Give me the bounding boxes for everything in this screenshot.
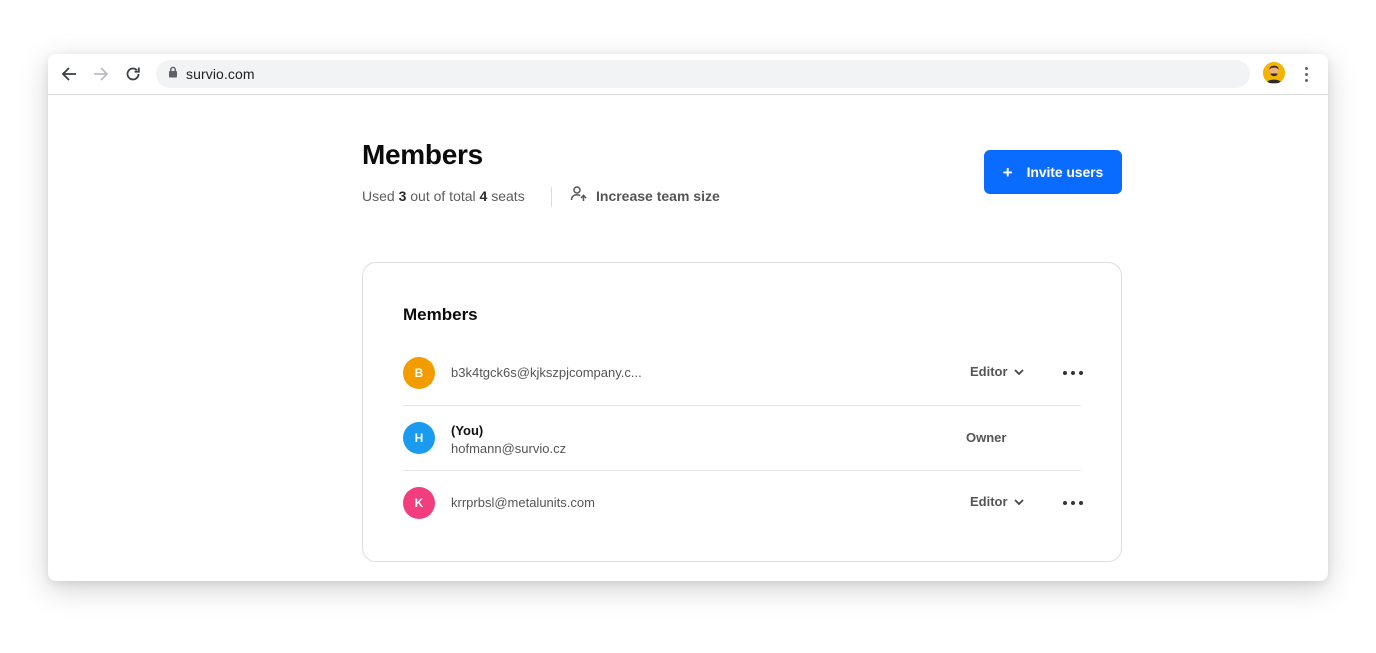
member-email: krrprbsl@metalunits.com — [451, 495, 595, 510]
header-divider — [551, 187, 552, 207]
role-dropdown[interactable]: Editor — [970, 494, 1024, 509]
member-email: b3k4tgck6s@kjkszpjcompany.c... — [451, 365, 642, 380]
invite-users-button[interactable]: + Invite users — [984, 150, 1122, 194]
more-options-icon[interactable] — [1063, 365, 1083, 381]
browser-toolbar: survio.com — [48, 54, 1328, 95]
role-label: Editor — [970, 364, 1008, 379]
members-card: Members B b3k4tgck6s@kjkszpjcompany.c...… — [362, 262, 1122, 562]
browser-menu-icon[interactable] — [1298, 64, 1314, 84]
member-avatar: B — [403, 357, 435, 389]
chevron-down-icon — [1013, 364, 1024, 379]
member-row: B b3k4tgck6s@kjkszpjcompany.c... Editor — [403, 341, 1083, 406]
member-avatar: H — [403, 422, 435, 454]
back-icon[interactable] — [58, 63, 80, 85]
member-row: H (You) hofmann@survio.cz Owner — [403, 406, 1081, 471]
role-label: Owner — [966, 430, 1007, 445]
page-title: Members — [362, 139, 483, 170]
members-card-title: Members — [403, 305, 478, 324]
profile-avatar[interactable] — [1263, 62, 1285, 84]
user-add-icon — [570, 185, 588, 206]
member-row: K krrprbsl@metalunits.com Editor — [403, 471, 1083, 536]
lock-icon — [168, 65, 178, 83]
role-label: Editor — [970, 494, 1008, 509]
member-avatar: K — [403, 487, 435, 519]
plus-icon: + — [1002, 162, 1013, 182]
page-content: Members Used 3 out of total 4 seats Incr… — [48, 95, 1328, 581]
browser-window: survio.com Members Used 3 out of total 4… — [48, 54, 1328, 581]
address-url: survio.com — [186, 66, 255, 82]
forward-icon[interactable] — [90, 63, 112, 85]
reload-icon[interactable] — [122, 63, 144, 85]
seats-usage: Used 3 out of total 4 seats — [362, 188, 525, 204]
increase-team-size-label: Increase team size — [596, 187, 720, 204]
role-dropdown[interactable]: Editor — [970, 364, 1024, 379]
invite-users-label: Invite users — [1026, 164, 1104, 180]
more-options-icon[interactable] — [1063, 495, 1083, 511]
address-bar[interactable]: survio.com — [156, 60, 1250, 88]
chevron-down-icon — [1013, 494, 1024, 509]
member-email: hofmann@survio.cz — [451, 441, 567, 456]
increase-team-size-link[interactable]: Increase team size — [570, 185, 720, 206]
member-name: (You) — [451, 423, 484, 438]
